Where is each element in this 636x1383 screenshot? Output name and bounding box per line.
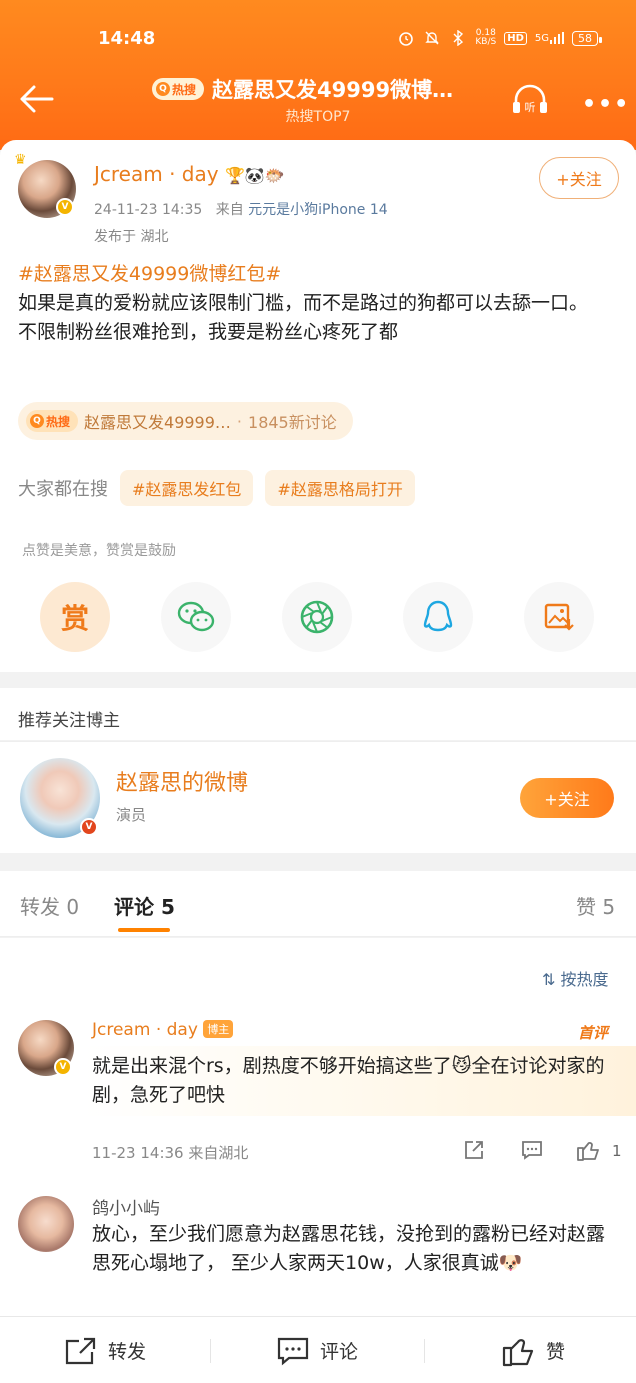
post-text-line2: 不限制粉丝很难抢到，我要是粉丝心疼死了都 (18, 321, 399, 343)
bluetooth-icon (449, 29, 467, 47)
share-icon (465, 1141, 483, 1159)
post-location: 发布于 湖北 (94, 229, 169, 245)
title-text: 赵露思又发49999微博… (212, 78, 454, 102)
share-actions: 赏 (40, 582, 600, 652)
tab-reposts[interactable]: 转发 0 (20, 891, 79, 920)
signal-icon: 5G (535, 32, 564, 44)
thumbs-up-icon (577, 1142, 599, 1161)
thumbs-up-icon (502, 1338, 534, 1366)
post-hashtag[interactable]: #赵露思又发49999微博红包# (18, 260, 618, 289)
trending-searches: 大家都在搜 #赵露思发红包 #赵露思格局打开 (18, 470, 415, 506)
verified-icon: V (56, 198, 74, 216)
first-comment-badge: 首评 (578, 1024, 609, 1042)
mute-icon (423, 29, 441, 47)
like-button[interactable]: 赞 (502, 1317, 565, 1383)
page-title: Q 热搜 赵露思又发49999微博… (152, 74, 453, 104)
post-tabs: 转发 0 评论 5 赞 5 (0, 871, 636, 937)
search-icon: Q (156, 82, 170, 96)
reward-button[interactable]: 赏 (40, 582, 110, 652)
author-badge: 博主 (203, 1020, 234, 1038)
tab-comments[interactable]: 评论 5 (114, 891, 175, 920)
comment-meta: 11-23 14:36 来自湖北 (92, 1144, 249, 1162)
comment-reply-button[interactable] (520, 1138, 544, 1166)
status-time: 14:48 (98, 28, 156, 49)
trending-label: 大家都在搜 (18, 479, 108, 500)
net-speed: 0.18 KB/S (475, 28, 497, 47)
verified-icon: V (80, 818, 98, 836)
hot-search-chip[interactable]: Q 热搜 赵露思又发49999… · 1845新讨论 (18, 402, 353, 440)
hot-search-badge: Q 热搜 (26, 410, 79, 432)
comment-text: 就是出来混个rs，剧热度不够开始搞这些了😼全在讨论对家的剧，急死了吧快 (92, 1055, 605, 1106)
post-meta: 24-11-23 14:35 来自 元元是小狗iPhone 14 (94, 202, 388, 218)
post-source-link[interactable]: 元元是小狗iPhone 14 (248, 202, 388, 218)
status-icons: 0.18 KB/S HD 5G 58 (397, 28, 602, 47)
qq-share-button[interactable] (403, 582, 473, 652)
comment-like-count: 1 (612, 1142, 622, 1160)
comment-user[interactable]: Jcream · day 博主 (92, 1020, 234, 1040)
headphones-icon: 听 (513, 84, 547, 114)
active-tab-indicator (118, 928, 170, 932)
reward-hint: 点赞是美意，赞赏是鼓励 (22, 543, 176, 559)
comment-avatar[interactable] (18, 1196, 74, 1252)
verified-icon: V (54, 1058, 72, 1076)
hd-badge: HD (504, 31, 527, 45)
image-download-icon (544, 603, 574, 631)
qq-penguin-icon (423, 600, 453, 632)
comment-like-button[interactable] (576, 1138, 602, 1166)
bottom-action-bar: 转发 评论 赞 (0, 1316, 636, 1383)
comment-button[interactable]: 评论 (276, 1317, 358, 1383)
trending-chip[interactable]: #赵露思格局打开 (265, 470, 415, 506)
moments-share-button[interactable] (282, 582, 352, 652)
camera-aperture-icon (300, 600, 334, 634)
alarm-icon (397, 29, 415, 47)
svg-text:听: 听 (525, 101, 536, 114)
recommend-name[interactable]: 赵露思的微博 (116, 765, 248, 797)
hot-search-badge: Q 热搜 (152, 78, 205, 100)
recommend-follow-button[interactable]: +关注 (520, 778, 614, 818)
top-header: 14:48 0.18 KB/S HD 5G 58 Q 热搜 赵露思又发49999… (0, 0, 636, 150)
comment-user[interactable]: 鸽小小屿 (92, 1194, 160, 1219)
wechat-share-button[interactable] (161, 582, 231, 652)
sort-by-hot-button[interactable]: ⇅ 按热度 (542, 966, 609, 990)
divider (210, 1339, 211, 1363)
repost-icon (65, 1337, 96, 1364)
save-image-button[interactable] (524, 582, 594, 652)
divider (424, 1339, 425, 1363)
comment-icon (522, 1141, 542, 1160)
search-icon: Q (30, 414, 44, 428)
follow-button[interactable]: +关注 (539, 157, 619, 199)
comment-text: 放心，至少我们愿意为赵露思花钱，没抢到的露粉已经对赵露思死心塌地了， 至少人家两… (92, 1223, 606, 1274)
status-bar: 14:48 0.18 KB/S HD 5G 58 (0, 28, 636, 52)
battery-icon: 58 (572, 30, 602, 46)
post-text-line1: 如果是真的爱粉就应该限制门槛，而不是路过的狗都可以去舔一口。 (18, 292, 589, 314)
comment-share-button[interactable] (462, 1138, 486, 1166)
tab-likes[interactable]: 赞 5 (576, 891, 615, 920)
sort-icon: ⇅ (542, 970, 556, 989)
recommend-section-title: 推荐关注博主 (0, 688, 636, 740)
trending-chip[interactable]: #赵露思发红包 (120, 470, 254, 506)
post-content: #赵露思又发49999微博红包# 如果是真的爱粉就应该限制门槛，而不是路过的狗都… (18, 260, 618, 347)
more-dots-icon: ••• (582, 92, 631, 117)
crown-icon: ♛ (14, 152, 27, 168)
comment-icon (277, 1337, 309, 1365)
more-button[interactable]: ••• (582, 92, 630, 117)
listen-button[interactable]: 听 (510, 84, 550, 114)
repost-button[interactable]: 转发 (64, 1317, 146, 1383)
wechat-icon (177, 601, 215, 632)
user-emoji-icons: 🏆🐼🐡 (224, 166, 285, 185)
recommend-role: 演员 (116, 806, 147, 824)
author-name[interactable]: Jcream · day 🏆🐼🐡 (94, 162, 285, 186)
